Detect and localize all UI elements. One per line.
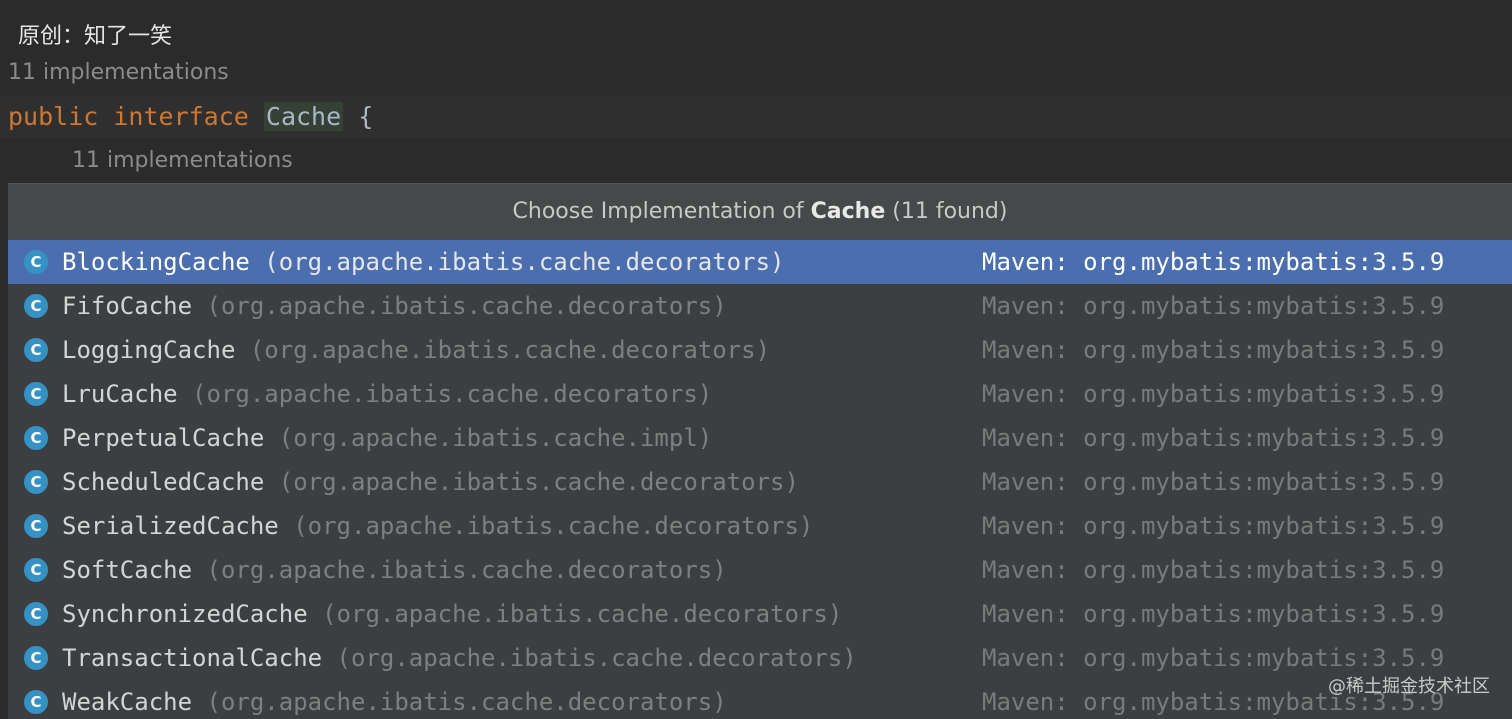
list-item[interactable]: C ScheduledCache (org.apache.ibatis.cache… bbox=[8, 460, 1512, 504]
class-simple-name: LoggingCache bbox=[62, 336, 236, 364]
class-package: (org.apache.ibatis.cache.decorators) bbox=[249, 248, 785, 276]
class-name: SynchronizedCache (org.apache.ibatis.cac… bbox=[62, 592, 842, 636]
list-item[interactable]: C PerpetualCache (org.apache.ibatis.cache… bbox=[8, 416, 1512, 460]
class-name: SerializedCache (org.apache.ibatis.cache… bbox=[62, 504, 813, 548]
list-item[interactable]: C WeakCache (org.apache.ibatis.cache.deco… bbox=[8, 680, 1512, 719]
class-simple-name: WeakCache bbox=[62, 688, 193, 716]
article-caption: 原创：知了一笑 bbox=[18, 24, 173, 49]
implementation-list: C BlockingCache (org.apache.ibatis.cache.… bbox=[8, 240, 1512, 719]
class-simple-name: SerializedCache bbox=[62, 512, 279, 540]
implementations-hint-top[interactable]: 11 implementations bbox=[8, 60, 229, 85]
open-brace: { bbox=[358, 102, 374, 131]
class-icon: C bbox=[24, 558, 48, 582]
class-name: SoftCache (org.apache.ibatis.cache.decor… bbox=[62, 548, 727, 592]
class-name: ScheduledCache (org.apache.ibatis.cache.… bbox=[62, 460, 799, 504]
library-label: Maven: org.mybatis:mybatis:3.5.9 bbox=[982, 336, 1445, 364]
class-package: (org.apache.ibatis.cache.impl) bbox=[264, 424, 713, 452]
class-icon: C bbox=[24, 470, 48, 494]
class-package: (org.apache.ibatis.cache.decorators) bbox=[235, 336, 771, 364]
list-item[interactable]: C BlockingCache (org.apache.ibatis.cache.… bbox=[8, 240, 1512, 284]
library-label: Maven: org.mybatis:mybatis:3.5.9 bbox=[982, 380, 1445, 408]
popup-title: Choose Implementation of Cache (11 found… bbox=[8, 184, 1512, 240]
watermark: @稀土掘金技术社区 bbox=[1328, 676, 1490, 697]
list-item[interactable]: C LoggingCache (org.apache.ibatis.cache.d… bbox=[8, 328, 1512, 372]
class-simple-name: TransactionalCache bbox=[62, 644, 323, 672]
popup-title-suffix: (11 found) bbox=[885, 199, 1008, 224]
choose-implementation-popup: Choose Implementation of Cache (11 found… bbox=[8, 183, 1512, 719]
library-label: Maven: org.mybatis:mybatis:3.5.9 bbox=[982, 556, 1445, 584]
class-package: (org.apache.ibatis.cache.decorators) bbox=[278, 512, 814, 540]
popup-title-prefix: Choose Implementation of bbox=[512, 199, 811, 224]
class-simple-name: SoftCache bbox=[62, 556, 193, 584]
class-simple-name: BlockingCache bbox=[62, 248, 250, 276]
class-icon: C bbox=[24, 690, 48, 714]
class-icon: C bbox=[24, 338, 48, 362]
class-icon: C bbox=[24, 646, 48, 670]
keyword-public: public bbox=[8, 102, 99, 131]
class-package: (org.apache.ibatis.cache.decorators) bbox=[307, 600, 843, 628]
class-icon: C bbox=[24, 426, 48, 450]
library-label: Maven: org.mybatis:mybatis:3.5.9 bbox=[982, 292, 1445, 320]
code-line-interface-declaration: public interface Cache { bbox=[0, 96, 1512, 138]
class-simple-name: ScheduledCache bbox=[62, 468, 265, 496]
library-label: Maven: org.mybatis:mybatis:3.5.9 bbox=[982, 468, 1445, 496]
class-package: (org.apache.ibatis.cache.decorators) bbox=[264, 468, 799, 496]
list-item[interactable]: C TransactionalCache (org.apache.ibatis.c… bbox=[8, 636, 1512, 680]
class-icon: C bbox=[24, 382, 48, 406]
class-name: FifoCache (org.apache.ibatis.cache.decor… bbox=[62, 284, 727, 328]
library-label: Maven: org.mybatis:mybatis:3.5.9 bbox=[982, 248, 1445, 276]
keyword-interface: interface bbox=[113, 102, 249, 131]
class-package: (org.apache.ibatis.cache.decorators) bbox=[192, 292, 727, 320]
class-package: (org.apache.ibatis.cache.decorators) bbox=[192, 556, 727, 584]
class-name: LruCache (org.apache.ibatis.cache.decora… bbox=[62, 372, 712, 416]
list-item[interactable]: C SerializedCache (org.apache.ibatis.cach… bbox=[8, 504, 1512, 548]
class-name: WeakCache (org.apache.ibatis.cache.decor… bbox=[62, 680, 727, 719]
library-label: Maven: org.mybatis:mybatis:3.5.9 bbox=[982, 512, 1445, 540]
class-name: PerpetualCache (org.apache.ibatis.cache.… bbox=[62, 416, 712, 460]
class-simple-name: LruCache bbox=[62, 380, 178, 408]
class-simple-name: PerpetualCache bbox=[62, 424, 265, 452]
class-simple-name: FifoCache bbox=[62, 292, 193, 320]
class-icon: C bbox=[24, 514, 48, 538]
class-package: (org.apache.ibatis.cache.decorators) bbox=[322, 644, 857, 672]
popup-title-class: Cache bbox=[810, 199, 886, 224]
class-name: BlockingCache (org.apache.ibatis.cache.d… bbox=[62, 240, 784, 284]
library-label: Maven: org.mybatis:mybatis:3.5.9 bbox=[982, 600, 1445, 628]
class-simple-name: SynchronizedCache bbox=[62, 600, 308, 628]
interface-name[interactable]: Cache bbox=[263, 102, 344, 131]
class-icon: C bbox=[24, 294, 48, 318]
class-package: (org.apache.ibatis.cache.decorators) bbox=[177, 380, 713, 408]
list-item[interactable]: C FifoCache (org.apache.ibatis.cache.deco… bbox=[8, 284, 1512, 328]
class-name: TransactionalCache (org.apache.ibatis.ca… bbox=[62, 636, 857, 680]
list-item[interactable]: C LruCache (org.apache.ibatis.cache.decor… bbox=[8, 372, 1512, 416]
class-name: LoggingCache (org.apache.ibatis.cache.de… bbox=[62, 328, 770, 372]
list-item[interactable]: C SoftCache (org.apache.ibatis.cache.deco… bbox=[8, 548, 1512, 592]
class-icon: C bbox=[24, 250, 48, 274]
class-icon: C bbox=[24, 602, 48, 626]
implementations-hint-inner[interactable]: 11 implementations bbox=[72, 148, 293, 173]
class-package: (org.apache.ibatis.cache.decorators) bbox=[192, 688, 727, 716]
list-item[interactable]: C SynchronizedCache (org.apache.ibatis.ca… bbox=[8, 592, 1512, 636]
library-label: Maven: org.mybatis:mybatis:3.5.9 bbox=[982, 424, 1445, 452]
